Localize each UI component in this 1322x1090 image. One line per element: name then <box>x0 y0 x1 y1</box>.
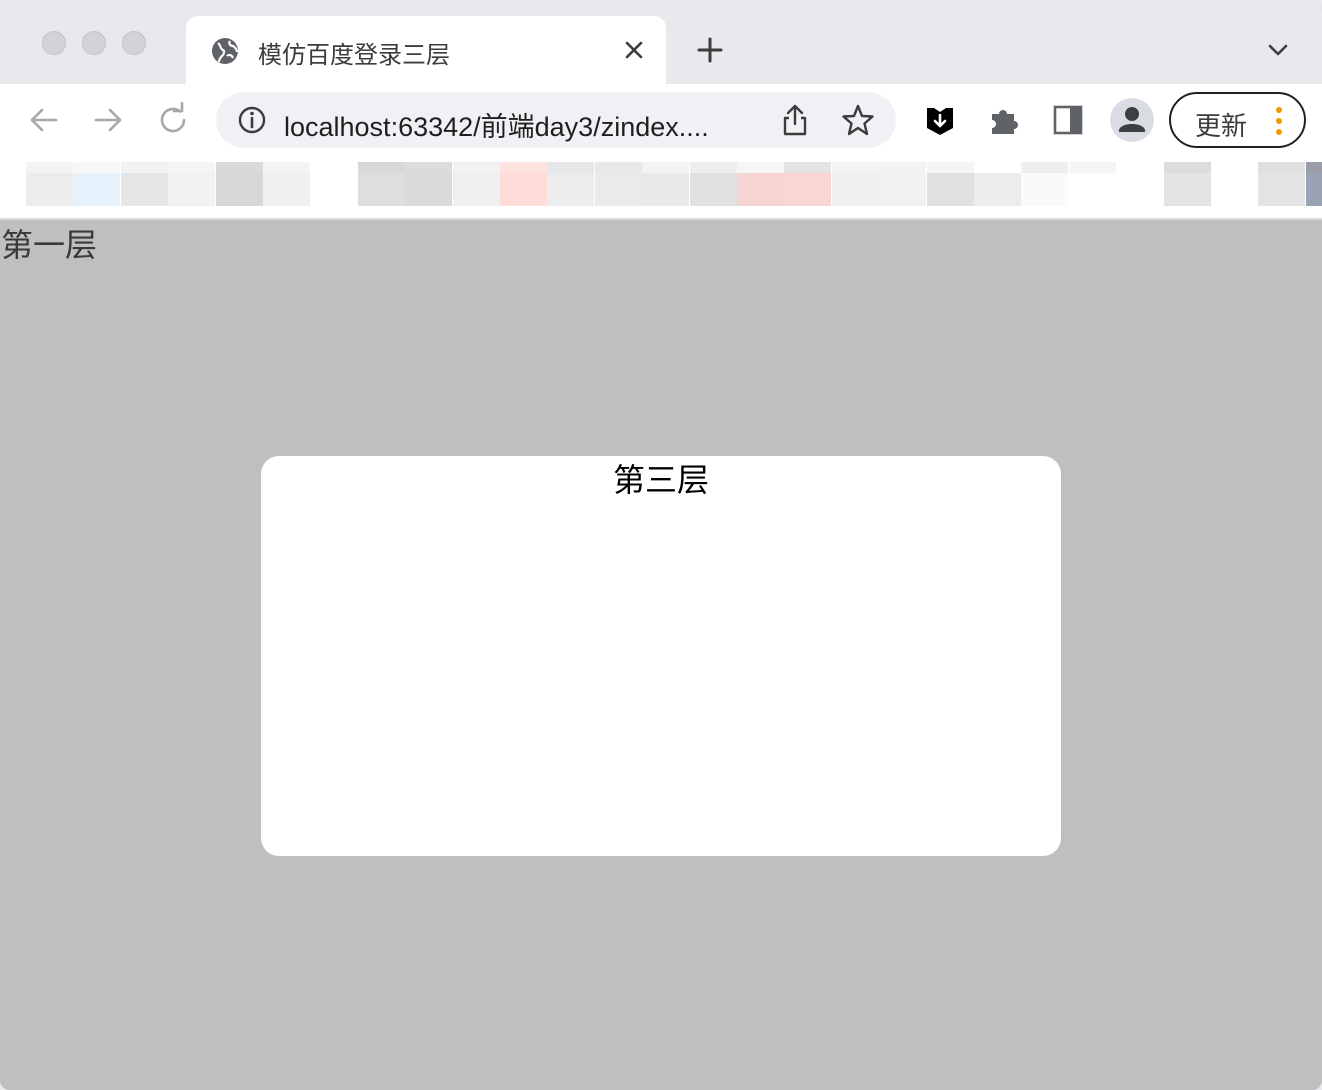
close-icon[interactable] <box>620 36 648 64</box>
pixel-block <box>73 162 121 173</box>
star-icon[interactable] <box>840 102 876 138</box>
update-button-label: 更新 <box>1195 111 1248 141</box>
tab-title: 模仿百度登录三层 <box>258 42 450 69</box>
pixel-block <box>594 173 642 206</box>
pixel-block <box>784 173 832 206</box>
pixel-block <box>1211 162 1258 173</box>
extension-shield-icon[interactable] <box>922 102 958 138</box>
pixel-block <box>547 162 595 173</box>
window-minimize-button[interactable] <box>82 31 106 55</box>
pixel-block <box>357 173 405 206</box>
pixel-block <box>642 173 690 206</box>
pixel-block <box>168 162 216 173</box>
forward-arrow-icon[interactable] <box>90 102 126 138</box>
pixel-block <box>26 173 73 206</box>
side-panel-icon[interactable] <box>1050 102 1086 138</box>
address-bar[interactable]: localhost:63342/前端day3/zindex.... <box>216 92 896 148</box>
pixel-block <box>737 162 784 173</box>
toolbar: localhost:63342/前端day3/zindex.... 更新 <box>0 84 1322 160</box>
person-icon <box>1119 107 1145 132</box>
pixel-block <box>926 162 974 173</box>
pixel-block <box>120 173 168 206</box>
pixel-block <box>1068 173 1116 206</box>
pixel-block <box>1068 162 1116 173</box>
globe-icon <box>212 38 239 64</box>
pixel-block <box>594 162 642 173</box>
plus-icon[interactable] <box>694 34 726 66</box>
pixel-block <box>215 173 263 206</box>
update-button[interactable]: 更新 <box>1169 92 1306 148</box>
pixel-block <box>73 173 121 206</box>
pixel-block <box>310 162 358 173</box>
pixel-block <box>926 173 974 206</box>
menu-dots-icon <box>1276 107 1282 135</box>
pixel-block <box>689 173 737 206</box>
layer1-text: 第一层 <box>1 227 98 263</box>
pixel-block <box>263 162 310 173</box>
pixel-block <box>1163 173 1211 206</box>
layer3-box: 第三层 <box>261 456 1061 856</box>
pixel-block <box>500 173 547 206</box>
pixel-block <box>974 173 1021 206</box>
pixel-block <box>1021 173 1069 206</box>
pixel-block <box>1211 173 1258 206</box>
pixel-block <box>1116 162 1164 173</box>
share-icon[interactable] <box>778 102 812 138</box>
profile-avatar[interactable] <box>1110 98 1154 142</box>
pixel-block <box>879 173 927 206</box>
pixel-block <box>547 173 595 206</box>
pixel-block <box>831 162 879 173</box>
puzzle-icon[interactable] <box>986 102 1022 138</box>
pixel-block <box>168 173 216 206</box>
pixel-block <box>879 162 927 173</box>
pixel-block <box>1116 173 1164 206</box>
pixel-block <box>26 162 73 173</box>
layer3-text: 第三层 <box>612 462 709 498</box>
pixel-block <box>452 162 500 173</box>
window-close-button[interactable] <box>42 31 66 55</box>
back-arrow-icon[interactable] <box>26 102 62 138</box>
chevron-down-icon[interactable] <box>1264 38 1292 62</box>
browser-window: 模仿百度登录三层 localhost:63342/前端day3/zindex..… <box>0 0 1322 1090</box>
tab-active[interactable]: 模仿百度登录三层 <box>186 16 666 84</box>
pixel-block <box>974 162 1021 173</box>
pixel-block <box>1305 173 1322 206</box>
pixel-block <box>452 173 500 206</box>
url-text[interactable]: localhost:63342/前端day3/zindex.... <box>284 105 760 144</box>
pixel-block <box>689 162 737 173</box>
pixel-block <box>120 162 168 173</box>
pixel-block <box>1258 162 1306 173</box>
pixel-block <box>1305 162 1322 173</box>
pixel-block <box>310 173 358 206</box>
bookmarks-bar <box>0 160 1322 220</box>
pixel-block <box>215 162 263 173</box>
info-icon[interactable] <box>236 104 268 136</box>
pixel-block <box>1021 162 1069 173</box>
pixel-block <box>1258 173 1306 206</box>
pixel-block <box>405 162 453 173</box>
pixel-block <box>263 173 310 206</box>
window-zoom-button[interactable] <box>122 31 146 55</box>
page-content: 第一层 第三层 <box>0 222 1322 1090</box>
pixel-block <box>1163 162 1211 173</box>
pixel-block <box>642 162 690 173</box>
tab-strip: 模仿百度登录三层 <box>0 0 1322 84</box>
pixel-block <box>357 162 405 173</box>
pixel-block <box>784 162 832 173</box>
pixel-block <box>405 173 453 206</box>
pixel-block <box>737 173 784 206</box>
pixel-block <box>500 162 547 173</box>
pixel-block <box>831 173 879 206</box>
reload-icon[interactable] <box>155 102 191 138</box>
